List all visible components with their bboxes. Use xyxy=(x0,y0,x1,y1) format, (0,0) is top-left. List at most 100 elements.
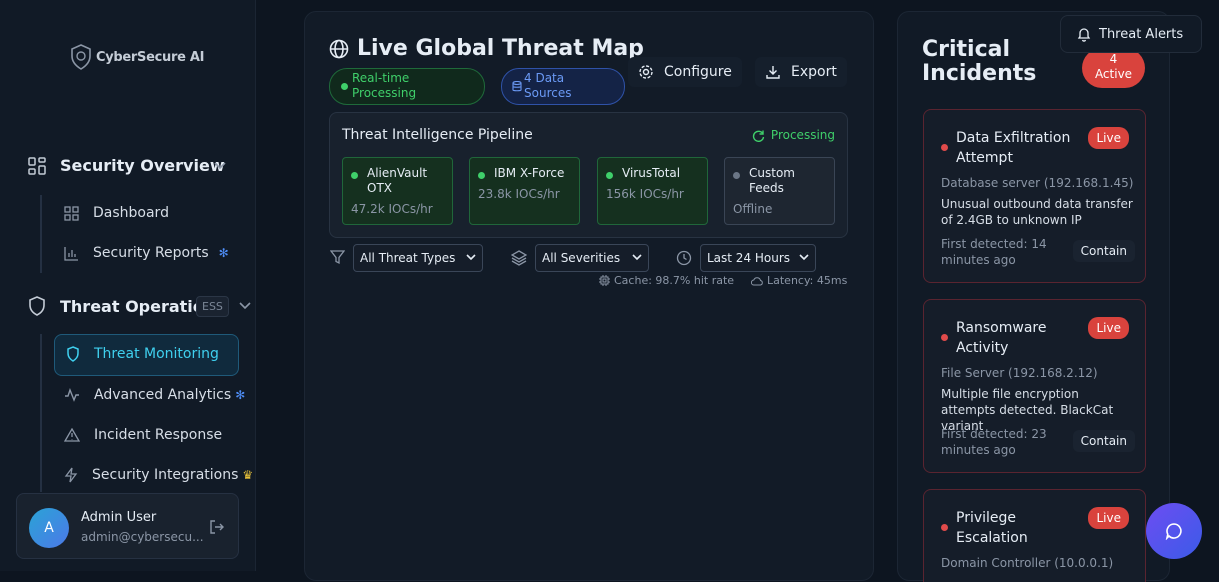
incident-card[interactable]: Ransomware Activity Live File Server (19… xyxy=(923,299,1146,473)
incident-host: File Server (192.168.2.12) xyxy=(941,366,1098,380)
crown-icon: ♛ xyxy=(242,468,254,482)
ess-badge: ESS xyxy=(196,296,229,317)
threat-alerts-button[interactable]: Threat Alerts xyxy=(1060,15,1202,53)
user-name: Admin User xyxy=(81,510,157,525)
sidebar-item-security-integrations[interactable]: Security Integrations ♛ xyxy=(64,467,253,483)
page-title: Live Global Threat Map xyxy=(329,36,644,61)
sidebar-item-label: Threat Monitoring xyxy=(94,346,219,362)
incident-host: Database server (192.168.1.45) xyxy=(941,176,1134,190)
button-label: Export xyxy=(791,64,837,80)
user-email: admin@cybersecu... xyxy=(81,530,204,544)
sidebar-item-label: Advanced Analytics xyxy=(94,387,232,403)
configure-button[interactable]: Configure xyxy=(628,57,742,87)
status-dot xyxy=(941,144,948,151)
section-label: Security Overview xyxy=(60,156,225,175)
source-rate: 47.2k IOCs/hr xyxy=(351,202,433,216)
avatar: A xyxy=(29,508,69,548)
shield-icon xyxy=(28,296,46,316)
realtime-badge: Real-time Processing xyxy=(329,68,485,105)
source-name: Custom Feeds xyxy=(749,166,795,195)
user-profile[interactable]: A Admin User admin@cybersecu... xyxy=(16,493,239,559)
cache-text: Cache: 98.7% hit rate xyxy=(614,274,735,287)
threat-map-panel: Live Global Threat Map Real-time Process… xyxy=(304,11,874,581)
chevron-down-icon xyxy=(632,254,642,261)
dashboard-icon xyxy=(64,205,79,221)
shield-logo-icon xyxy=(70,44,92,70)
live-badge: Live xyxy=(1088,127,1129,149)
pipeline-panel: Threat Intelligence Pipeline Processing … xyxy=(329,112,848,238)
warning-icon xyxy=(64,428,80,442)
clock-icon xyxy=(676,250,692,266)
data-sources-badge: 4 Data Sources xyxy=(501,68,625,105)
select-value: All Threat Types xyxy=(360,251,456,265)
threat-type-select[interactable]: All Threat Types xyxy=(353,244,483,272)
pipeline-title: Threat Intelligence Pipeline xyxy=(342,127,533,143)
sidebar-item-security-reports[interactable]: Security Reports ✻ xyxy=(64,245,229,261)
latency-stat: Latency: 45ms xyxy=(751,274,847,287)
latency-text: Latency: 45ms xyxy=(767,274,848,287)
export-button[interactable]: Export xyxy=(755,57,847,87)
chevron-down-icon xyxy=(466,254,476,261)
source-card[interactable]: VirusTotal 156k IOCs/hr xyxy=(597,157,708,225)
badge-label: 4 Data Sources xyxy=(524,71,572,100)
status-dot xyxy=(341,83,348,90)
status-dot xyxy=(351,172,358,179)
time-range-select[interactable]: Last 24 Hours xyxy=(700,244,816,272)
chevron-down-icon[interactable] xyxy=(239,302,251,310)
chat-icon xyxy=(1165,522,1183,540)
download-icon xyxy=(765,64,781,80)
incident-first-detected: First detected: 23 minutes ago xyxy=(941,427,1047,457)
select-value: All Severities xyxy=(542,251,621,265)
incident-card[interactable]: Privilege Escalation Live Domain Control… xyxy=(923,489,1146,582)
database-icon xyxy=(512,81,522,92)
sidebar-item-advanced-analytics[interactable]: Advanced Analytics ✻ xyxy=(64,387,245,403)
incidents-title: Critical Incidents xyxy=(922,37,1037,86)
incident-title: Privilege Escalation xyxy=(956,510,1028,546)
sidebar-item-incident-response[interactable]: Incident Response xyxy=(64,427,222,443)
pipeline-status: Processing xyxy=(752,128,835,142)
sidebar-item-dashboard[interactable]: Dashboard xyxy=(64,205,169,221)
chevron-down-icon xyxy=(799,254,809,261)
source-name: AlienVault OTX xyxy=(367,166,428,195)
incident-title: Data Exfiltration Attempt xyxy=(956,130,1071,166)
chat-button[interactable] xyxy=(1146,503,1202,559)
gear-icon xyxy=(638,64,654,80)
cloud-icon xyxy=(751,276,763,286)
badge-label: Real-time Processing xyxy=(352,71,417,100)
status-dot xyxy=(941,524,948,531)
section-security-overview[interactable]: Security Overview xyxy=(28,156,226,175)
page-title-text: Live Global Threat Map xyxy=(357,36,644,61)
bell-icon xyxy=(1077,26,1091,42)
bar-chart-icon xyxy=(64,246,79,261)
source-rate: Offline xyxy=(733,202,773,216)
contain-button[interactable]: Contain xyxy=(1072,240,1135,262)
contain-button[interactable]: Contain xyxy=(1072,430,1135,452)
button-label: Configure xyxy=(664,64,732,80)
logo[interactable]: CyberSecure AI xyxy=(70,44,204,70)
severity-select[interactable]: All Severities xyxy=(535,244,649,272)
sidebar-item-threat-monitoring-content[interactable]: Threat Monitoring xyxy=(66,346,219,362)
activity-icon xyxy=(64,388,80,402)
sparkle-icon: ✻ xyxy=(235,388,246,402)
tree-line xyxy=(40,195,42,273)
status-dot xyxy=(478,172,485,179)
lightning-icon xyxy=(64,467,78,483)
sidebar-item-label: Incident Response xyxy=(94,427,223,443)
logo-text: CyberSecure AI xyxy=(96,49,205,65)
globe-icon xyxy=(329,39,349,59)
incident-title: Ransomware Activity xyxy=(956,320,1047,356)
source-card[interactable]: IBM X-Force 23.8k IOCs/hr xyxy=(469,157,580,225)
status-dot xyxy=(606,172,613,179)
cpu-icon xyxy=(599,275,610,286)
source-card[interactable]: Custom Feeds Offline xyxy=(724,157,835,225)
button-label: Threat Alerts xyxy=(1099,26,1184,42)
incident-first-detected: First detected: 14 minutes ago xyxy=(941,237,1047,267)
source-name: IBM X-Force xyxy=(494,166,565,180)
source-name: VirusTotal xyxy=(622,166,681,180)
incident-card[interactable]: Data Exfiltration Attempt Live Database … xyxy=(923,109,1146,283)
source-card[interactable]: AlienVault OTX 47.2k IOCs/hr xyxy=(342,157,453,225)
status-dot xyxy=(941,334,948,341)
active-label: Active xyxy=(1094,67,1133,81)
refresh-icon xyxy=(752,129,765,142)
logout-icon[interactable] xyxy=(209,519,225,535)
